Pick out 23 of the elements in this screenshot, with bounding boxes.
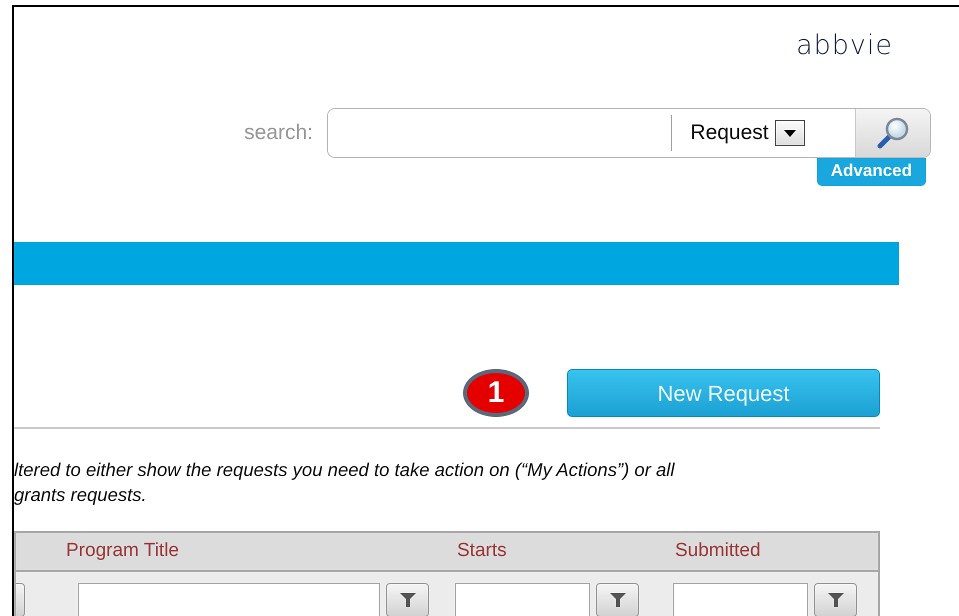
filter-button[interactable] bbox=[596, 583, 639, 616]
search-label: search: bbox=[244, 120, 313, 146]
dropdown-button[interactable] bbox=[774, 120, 805, 146]
filter-icon bbox=[400, 593, 416, 607]
filter-field[interactable] bbox=[455, 583, 590, 616]
description-text: ltered to either show the requests you need to take action on (“My Actions”) or all bbox=[14, 458, 676, 482]
filter-button[interactable] bbox=[814, 583, 857, 616]
search-button[interactable] bbox=[855, 109, 930, 157]
filter-icon bbox=[610, 593, 626, 607]
step-number-badge: 1 bbox=[463, 369, 529, 417]
scope-select[interactable]: Request bbox=[690, 117, 769, 149]
column-header: Starts bbox=[456, 539, 507, 564]
search-icon bbox=[876, 116, 910, 150]
column-header: Submitted bbox=[674, 539, 761, 564]
column-header: Program Title bbox=[65, 539, 179, 564]
filter-icon bbox=[828, 593, 844, 607]
caret-icon bbox=[784, 130, 796, 136]
filter-field[interactable] bbox=[78, 583, 380, 616]
filter-button[interactable] bbox=[386, 583, 429, 616]
logo: abbvie bbox=[796, 29, 893, 63]
search-bar[interactable]: Request bbox=[327, 108, 931, 158]
filter-field[interactable] bbox=[673, 583, 808, 616]
description-text: grants requests. bbox=[14, 483, 148, 507]
